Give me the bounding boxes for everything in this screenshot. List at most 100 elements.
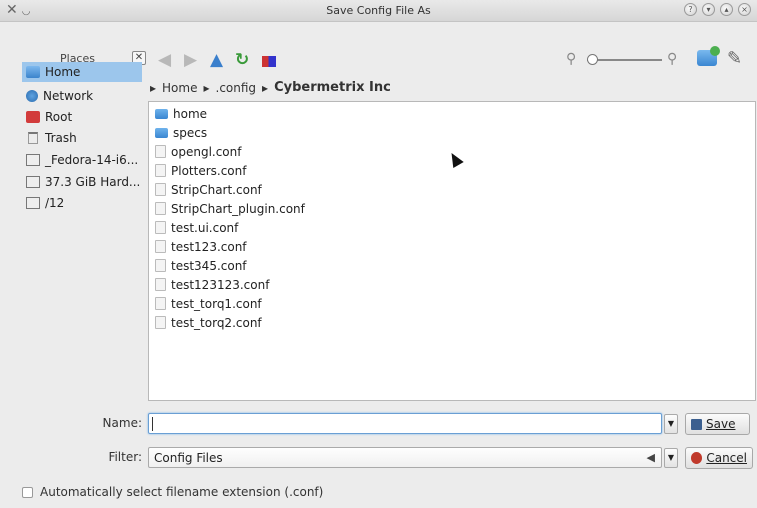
breadcrumb-item-home[interactable]: Home — [162, 81, 197, 95]
place-item-harddrive[interactable]: 37.3 GiB Hard... — [22, 172, 148, 192]
place-item-label: /12 — [45, 196, 65, 210]
place-item-label: Root — [45, 110, 73, 124]
text-caret — [152, 417, 153, 431]
cancel-icon — [691, 452, 703, 464]
file-icon — [155, 316, 166, 329]
place-item-home[interactable]: Home — [22, 62, 142, 82]
list-item[interactable]: StripChart.conf — [155, 180, 262, 199]
auto-extension-checkbox[interactable] — [22, 487, 33, 498]
folder-icon — [155, 108, 168, 119]
options-wrench-icon[interactable]: ✎ — [727, 48, 742, 69]
name-label: Name: — [102, 416, 142, 430]
place-item-fedora[interactable]: _Fedora-14-i6... — [22, 150, 148, 170]
list-item[interactable]: home — [155, 104, 207, 123]
filename-input[interactable] — [148, 413, 662, 434]
filter-dropdown[interactable]: ▼ — [664, 448, 678, 468]
file-name: test345.conf — [171, 258, 247, 273]
file-icon — [155, 202, 166, 215]
breadcrumb-arrow-icon: ▸ — [203, 80, 210, 95]
place-item-trash[interactable]: Trash — [22, 128, 148, 148]
file-name: StripChart_plugin.conf — [171, 201, 305, 216]
up-icon[interactable]: ▲ — [210, 50, 223, 70]
place-item-label: _Fedora-14-i6... — [45, 153, 139, 167]
breadcrumb-item-current[interactable]: Cybermetrix Inc — [274, 80, 391, 95]
cancel-button-label: Cancel — [706, 451, 747, 465]
clear-filter-icon[interactable]: ◀ — [647, 451, 655, 464]
file-icon — [155, 278, 166, 291]
file-icon — [155, 183, 166, 196]
breadcrumb: ▸ Home ▸ .config ▸ Cybermetrix Inc — [150, 80, 391, 95]
file-icon — [155, 240, 166, 253]
zoom-out-icon[interactable]: ⚲ — [566, 51, 576, 67]
list-item[interactable]: StripChart_plugin.conf — [155, 199, 305, 218]
place-item-label: Trash — [45, 131, 77, 145]
place-item-network[interactable]: Network — [22, 86, 148, 106]
filename-history-dropdown[interactable]: ▼ — [664, 414, 678, 434]
list-item[interactable]: test123123.conf — [155, 275, 269, 294]
filter-select[interactable]: Config Files ◀ — [148, 447, 662, 468]
file-icon — [155, 221, 166, 234]
file-name: Plotters.conf — [171, 163, 247, 178]
root-icon — [26, 111, 40, 123]
save-button-label: Save — [706, 417, 736, 431]
file-name: test_torq1.conf — [171, 296, 262, 311]
title-bar: ✕ ◡ Save Config File As ? ▾ ▴ × — [0, 0, 757, 22]
list-item[interactable]: specs — [155, 123, 207, 142]
list-item[interactable]: test_torq2.conf — [155, 313, 262, 332]
place-item-label: Home — [45, 65, 81, 79]
drive-icon — [26, 154, 40, 166]
file-name: specs — [173, 125, 208, 140]
list-item[interactable]: Plotters.conf — [155, 161, 246, 180]
drive-icon — [26, 197, 40, 209]
file-list[interactable]: home specs opengl.conf Plotters.conf Str… — [148, 101, 756, 401]
list-item[interactable]: test345.conf — [155, 256, 247, 275]
file-name: test_torq2.conf — [171, 315, 262, 330]
filter-select-value: Config Files — [154, 450, 223, 465]
home-icon — [26, 66, 40, 78]
network-icon — [26, 90, 38, 102]
list-item[interactable]: test123.conf — [155, 237, 247, 256]
file-name: opengl.conf — [171, 144, 242, 159]
maximize-window-icon[interactable]: ▴ — [720, 3, 733, 16]
filter-label: Filter: — [108, 450, 142, 464]
auto-extension-label[interactable]: Automatically select filename extension … — [40, 485, 323, 499]
zoom-slider[interactable] — [587, 54, 662, 65]
file-icon — [155, 297, 166, 310]
mouse-pointer-icon — [446, 149, 464, 169]
folder-icon — [155, 127, 168, 138]
breadcrumb-arrow-icon: ▸ — [150, 80, 157, 95]
window-title: Save Config File As — [326, 4, 431, 17]
list-item[interactable]: test_torq1.conf — [155, 294, 262, 313]
place-item-12[interactable]: /12 — [22, 193, 148, 213]
file-icon — [155, 259, 166, 272]
forward-icon[interactable]: ▶ — [184, 50, 197, 70]
view-options-icon[interactable] — [262, 52, 276, 72]
place-item-label: 37.3 GiB Hard... — [45, 175, 141, 189]
drive-icon — [26, 176, 40, 188]
shade-window-icon[interactable]: ▾ — [702, 3, 715, 16]
file-name: test.ui.conf — [171, 220, 239, 235]
file-icon — [155, 164, 166, 177]
breadcrumb-arrow-icon: ▸ — [262, 80, 269, 95]
file-name: home — [173, 106, 208, 121]
reload-icon[interactable]: ↻ — [235, 50, 249, 70]
file-name: test123123.conf — [171, 277, 270, 292]
file-icon — [155, 145, 166, 158]
new-folder-icon[interactable] — [697, 46, 720, 66]
back-icon[interactable]: ◀ — [158, 50, 171, 70]
zoom-slider-handle[interactable] — [587, 54, 598, 65]
list-item[interactable]: test.ui.conf — [155, 218, 238, 237]
breadcrumb-item-config[interactable]: .config — [216, 81, 257, 95]
trash-icon — [28, 132, 38, 144]
save-button[interactable]: Save — [685, 413, 750, 435]
place-item-label: Network — [43, 89, 94, 103]
help-window-icon[interactable]: ? — [684, 3, 697, 16]
file-name: test123.conf — [171, 239, 247, 254]
cancel-button[interactable]: Cancel — [685, 447, 753, 469]
place-item-root[interactable]: Root — [22, 107, 148, 127]
file-name: StripChart.conf — [171, 182, 262, 197]
zoom-in-icon[interactable]: ⚲ — [667, 51, 677, 67]
save-icon — [691, 418, 702, 430]
close-dialog-icon[interactable]: × — [738, 3, 751, 16]
list-item[interactable]: opengl.conf — [155, 142, 241, 161]
